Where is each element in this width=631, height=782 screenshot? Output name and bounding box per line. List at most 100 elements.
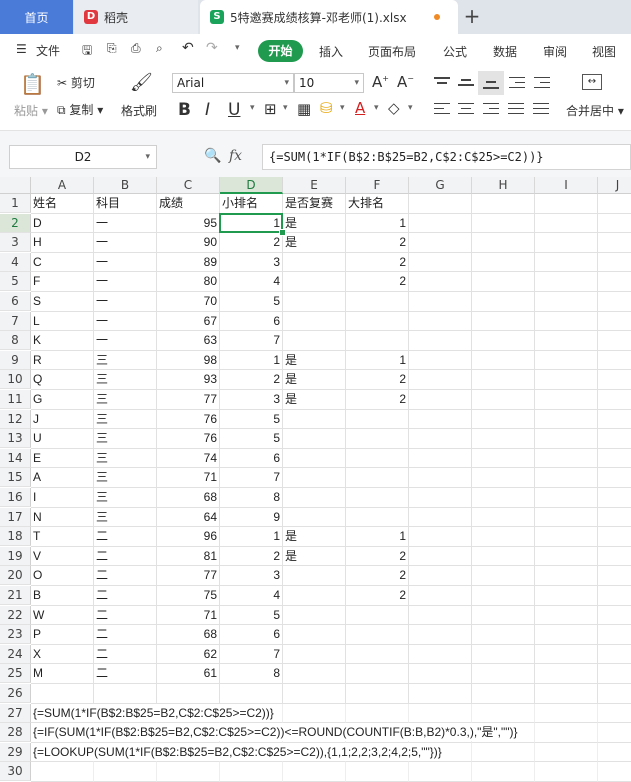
row-header[interactable]: 7 [0,311,31,331]
cell[interactable] [283,409,346,430]
cell[interactable]: 姓名 [31,194,94,214]
cell[interactable]: 2 [346,546,409,567]
cell[interactable]: U [31,429,94,449]
tab-file[interactable]: S 5特邀赛成绩核算-邓老师(1).xlsx [200,0,458,34]
align-top-icon[interactable] [431,73,453,93]
cell[interactable]: 是 [283,370,346,390]
cell[interactable] [535,586,598,606]
cell[interactable]: 是 [283,527,346,547]
cell[interactable]: E [31,448,94,469]
cell[interactable] [346,605,409,626]
underline-dropdown-icon[interactable]: ▾ [250,103,255,113]
cell[interactable]: 1 [346,350,409,371]
cell[interactable]: S [31,292,94,312]
cell[interactable] [283,762,346,782]
cell[interactable] [535,390,598,410]
cell[interactable] [409,644,472,665]
cell[interactable] [346,684,409,704]
cell[interactable] [472,331,535,351]
cell[interactable] [472,370,535,390]
clear-dropdown-icon[interactable]: ▾ [408,103,413,113]
cell[interactable] [598,370,631,390]
cell[interactable] [598,586,631,606]
cell[interactable]: 大排名 [346,194,409,214]
cell[interactable]: O [31,566,94,586]
cell[interactable] [472,644,535,665]
row-header[interactable]: 23 [0,625,31,645]
cell[interactable] [346,292,409,312]
cell[interactable]: 一 [94,233,157,253]
cell[interactable]: 1 [220,350,283,371]
row-header[interactable]: 25 [0,664,31,684]
cell[interactable] [598,762,631,782]
row-header[interactable]: 22 [0,605,31,625]
cell[interactable] [472,703,535,724]
cell[interactable] [598,645,631,665]
cell[interactable] [535,370,598,390]
cell[interactable] [346,644,409,665]
cell[interactable]: 三 [94,350,157,371]
cell[interactable] [346,429,409,449]
row-header[interactable]: 1 [0,194,31,213]
cell[interactable] [346,507,409,528]
column-header-f[interactable]: F [346,177,409,194]
cell[interactable] [535,762,598,782]
cell[interactable] [472,684,535,704]
increase-indent-icon[interactable] [531,73,553,93]
cell[interactable] [283,507,346,528]
cell[interactable] [472,507,535,528]
cell[interactable]: 2 [220,370,283,390]
menu-review[interactable]: 审阅 [543,43,567,60]
cell[interactable] [472,194,535,214]
formula-input[interactable]: {=SUM(1*IF(B$2:B$25=B2,C$2:C$25>=C2))} [262,144,631,170]
cell[interactable]: 2 [346,233,409,253]
cell[interactable] [598,606,631,626]
cell[interactable]: 是 [283,350,346,371]
cell[interactable]: 是 [283,233,346,253]
cell[interactable]: 96 [157,527,220,547]
cell[interactable]: 80 [157,272,220,292]
cell[interactable] [283,252,346,273]
cell[interactable] [409,409,472,430]
menu-home[interactable]: 开始 [258,40,303,62]
cell[interactable] [472,292,535,312]
cell[interactable] [472,546,535,567]
cell[interactable]: 8 [220,488,283,508]
row-header[interactable]: 5 [0,272,31,292]
cell[interactable] [598,390,631,410]
cell[interactable] [346,625,409,645]
align-middle-icon[interactable] [455,73,477,93]
cell[interactable]: A [31,468,94,488]
cell[interactable] [346,488,409,508]
cell[interactable]: 2 [346,566,409,586]
cell[interactable] [535,409,598,430]
merge-center-button[interactable]: 合并居中 ▾ [566,102,624,119]
cell[interactable]: 三 [94,390,157,410]
cell[interactable] [409,625,472,645]
cell[interactable] [472,272,535,292]
column-header-b[interactable]: B [94,177,157,194]
cell[interactable] [94,762,157,782]
cell[interactable]: 2 [346,390,409,410]
cell[interactable] [409,527,472,547]
row-header[interactable]: 10 [0,370,31,390]
cell[interactable]: 三 [94,448,157,469]
cell[interactable]: 三 [94,370,157,390]
cell[interactable]: 成绩 [157,194,220,214]
cell[interactable]: 68 [157,488,220,508]
cell[interactable]: 61 [157,664,220,684]
row-header[interactable]: 9 [0,350,31,370]
cell[interactable]: K [31,331,94,351]
cell[interactable] [472,350,535,371]
row-header[interactable]: 18 [0,527,31,547]
cell[interactable]: 三 [94,429,157,449]
cell[interactable]: V [31,546,94,567]
cell[interactable]: 2 [220,233,283,253]
cell[interactable]: 一 [94,213,157,234]
cell[interactable] [472,390,535,410]
align-center-icon[interactable] [455,100,477,120]
tab-docer[interactable]: D 稻壳 [74,0,198,34]
cell[interactable] [283,566,346,586]
cell[interactable] [346,762,409,782]
cell[interactable]: 科目 [94,194,157,214]
